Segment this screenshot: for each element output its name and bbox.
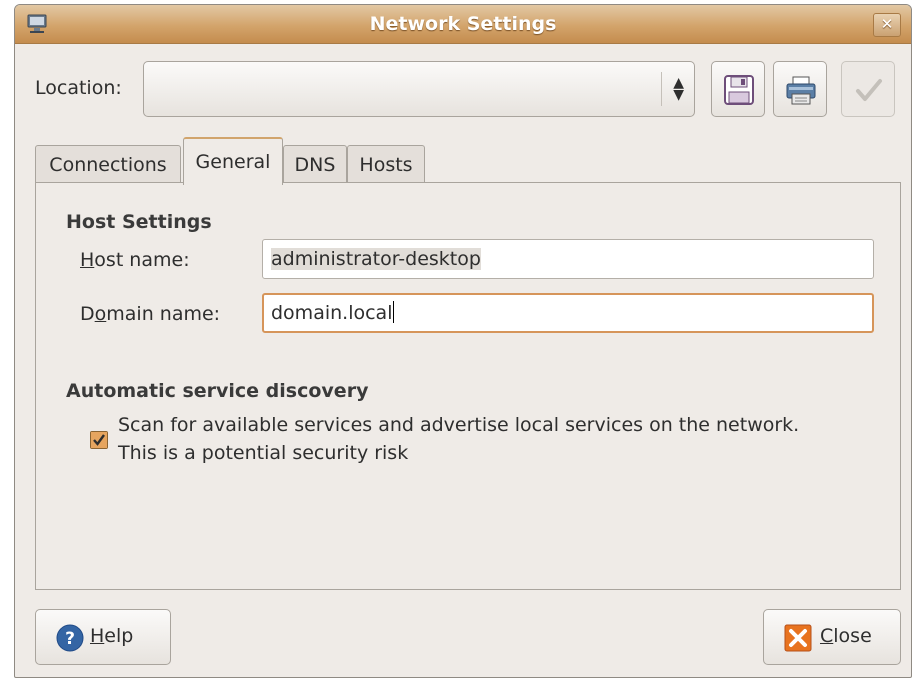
text-caret: [393, 301, 395, 323]
help-question-icon: ?: [56, 624, 84, 652]
tab-hosts[interactable]: Hosts: [347, 145, 425, 183]
service-discovery-checkbox[interactable]: [90, 431, 108, 449]
location-combobox[interactable]: ▲ ▼: [143, 61, 695, 117]
domain-name-input[interactable]: domain.local: [262, 293, 874, 333]
help-label: elp: [104, 625, 134, 647]
title-bar[interactable]: Network Settings ✕: [15, 5, 911, 44]
tab-general[interactable]: General: [183, 137, 283, 185]
close-mnemonic: C: [820, 625, 834, 647]
window-close-button[interactable]: ✕: [873, 13, 901, 37]
checkbox-check-icon: [91, 432, 107, 448]
close-label: lose: [833, 625, 872, 647]
tab-dns[interactable]: DNS: [283, 145, 347, 183]
general-tab-panel: Host Settings Host name: administrator-d…: [35, 182, 901, 590]
delete-location-button[interactable]: [773, 61, 827, 117]
host-settings-heading: Host Settings: [66, 211, 212, 233]
host-name-value: administrator-desktop: [271, 248, 481, 270]
checkmark-icon: [856, 79, 882, 101]
host-name-input[interactable]: administrator-desktop: [262, 239, 874, 279]
service-discovery-line1: Scan for available services and advertis…: [118, 414, 800, 436]
apply-location-button[interactable]: [841, 61, 895, 117]
domain-name-label: Domain name:: [80, 303, 221, 325]
updown-arrow-icon: ▲ ▼: [673, 75, 684, 103]
network-settings-window: Network Settings ✕ Location: ▲ ▼ Connecti…: [14, 4, 912, 678]
save-location-button[interactable]: [711, 61, 765, 117]
location-label: Location:: [35, 77, 122, 99]
close-x-icon: [784, 624, 812, 652]
printer-icon: [786, 76, 816, 105]
service-discovery-line2: This is a potential security risk: [118, 442, 409, 464]
combo-separator: [661, 72, 662, 106]
window-title: Network Settings: [369, 13, 557, 35]
service-discovery-heading: Automatic service discovery: [66, 380, 369, 402]
svg-text:?: ?: [65, 629, 75, 649]
floppy-disk-icon: [724, 75, 754, 105]
service-discovery-text[interactable]: Scan for available services and advertis…: [118, 411, 799, 467]
domain-name-value: domain.local: [271, 302, 393, 324]
tab-connections[interactable]: Connections: [35, 145, 181, 183]
help-mnemonic: H: [90, 625, 105, 647]
close-button[interactable]: Close: [763, 609, 901, 665]
host-name-label: Host name:: [80, 249, 190, 271]
help-button[interactable]: ? Help: [35, 609, 171, 665]
